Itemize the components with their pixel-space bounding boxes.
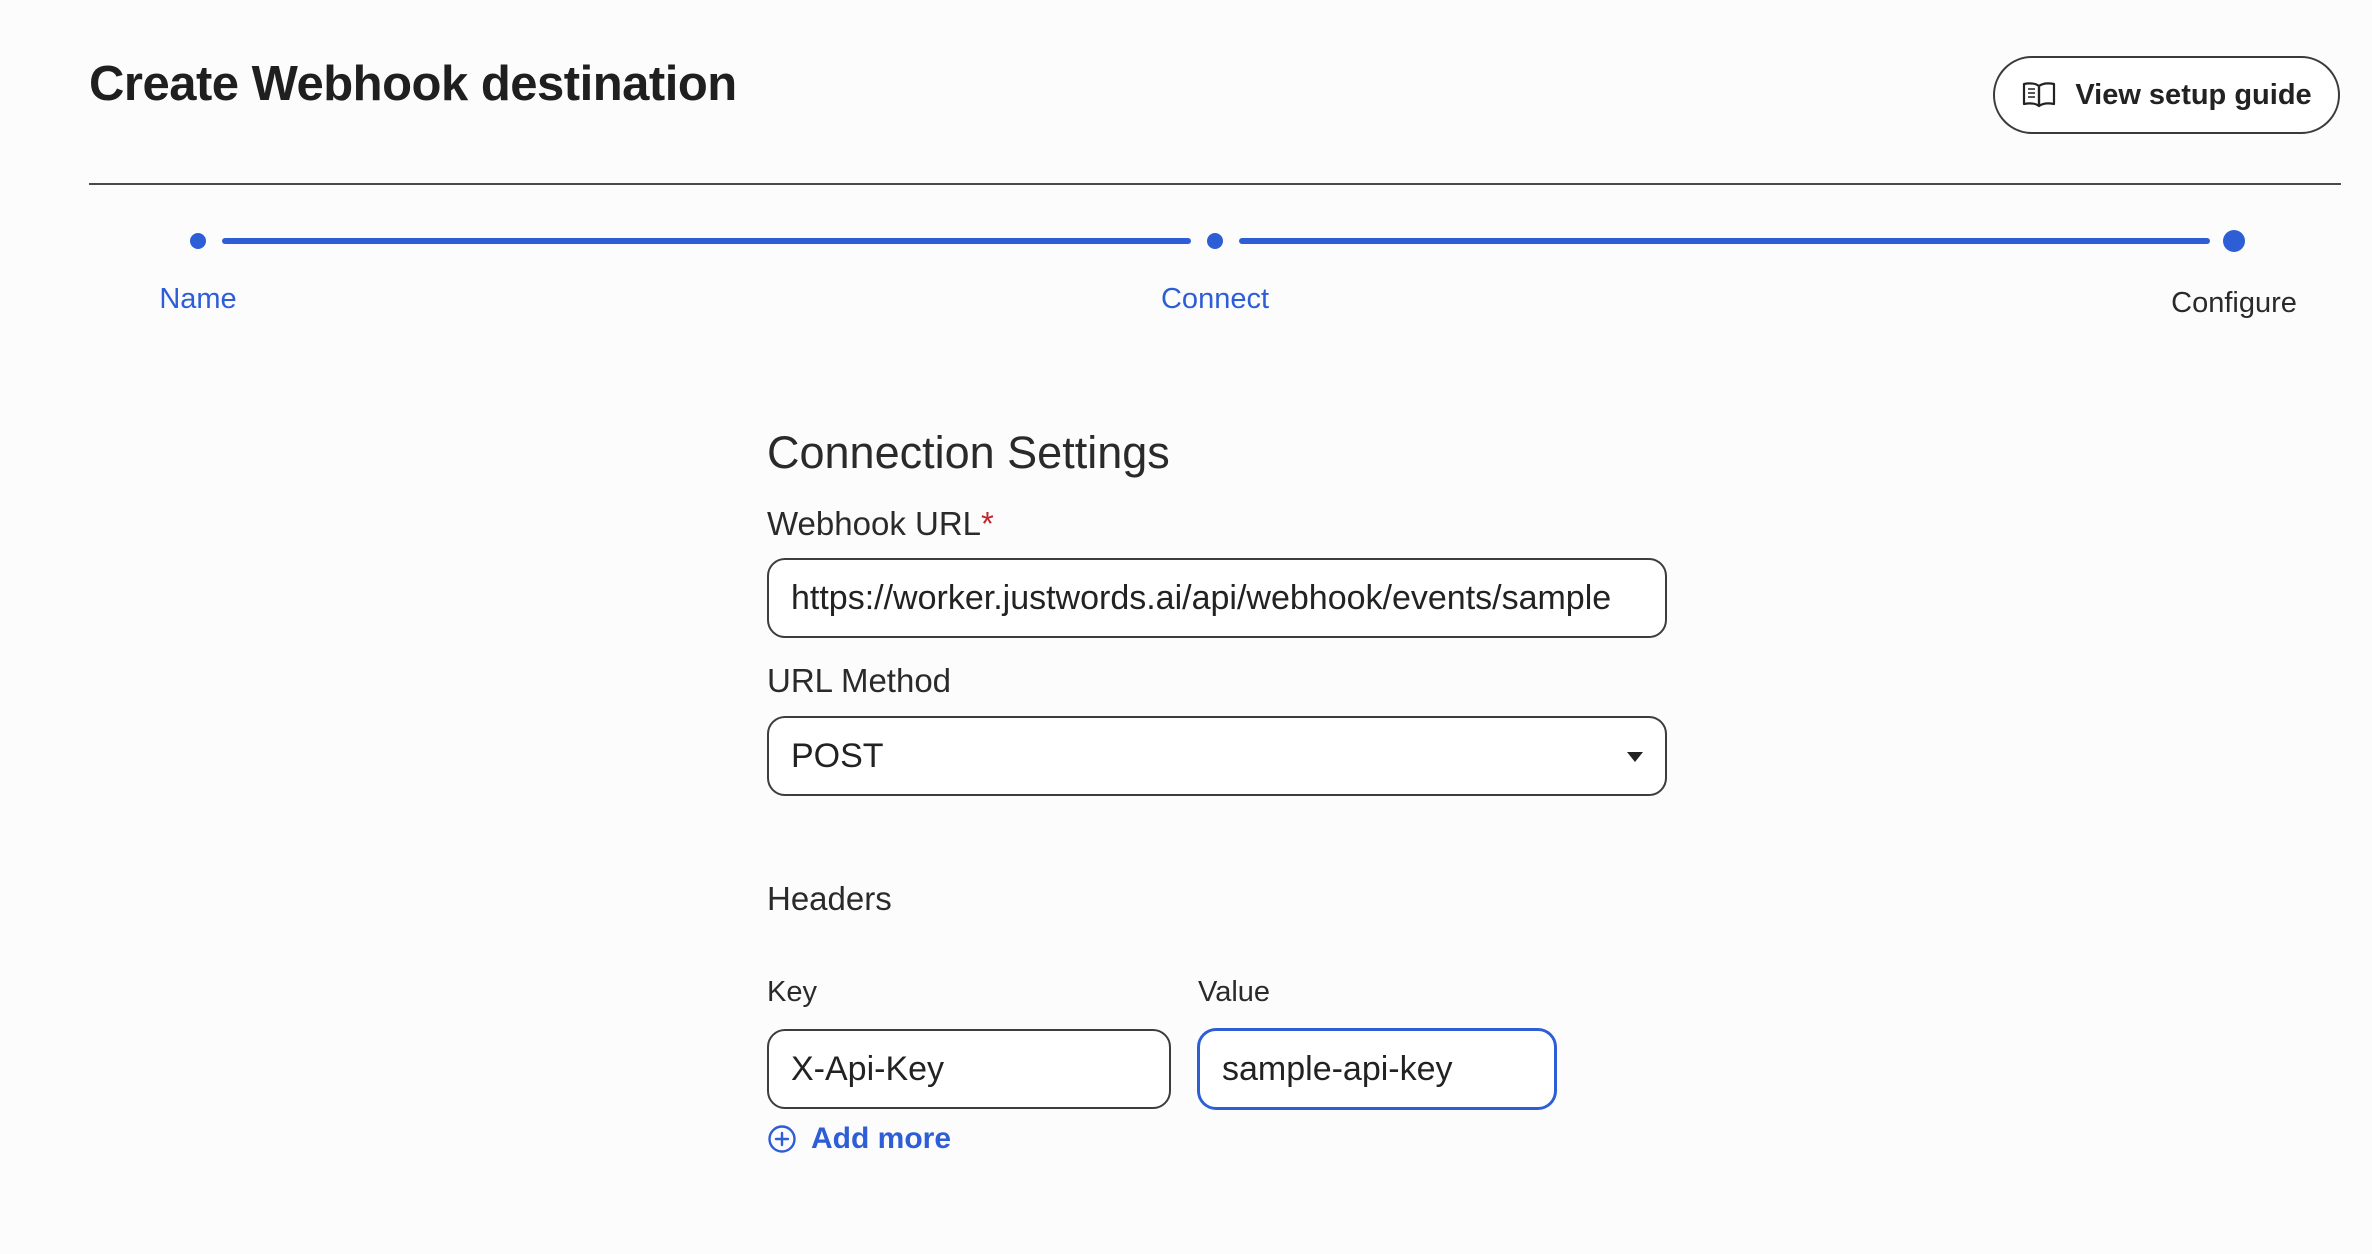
section-title: Connection Settings [767,427,1170,478]
step-label-connect[interactable]: Connect [1161,283,1269,316]
required-marker: * [981,505,994,542]
url-method-label: URL Method [767,662,952,699]
page-title: Create Webhook destination [89,57,737,111]
step-dot-connect [1207,233,1223,249]
webhook-url-input[interactable] [767,558,1667,638]
header-divider [89,183,2341,185]
header-key-label: Key [767,976,817,1008]
step-label-configure: Configure [2171,287,2297,319]
url-method-selected: POST [791,736,884,775]
plus-circle-icon [767,1124,797,1154]
view-setup-guide-button[interactable]: View setup guide [1993,56,2340,134]
webhook-url-label: Webhook URL* [767,505,994,543]
add-more-button[interactable]: Add more [767,1122,951,1156]
add-more-label: Add more [811,1122,952,1155]
header-key-input[interactable] [767,1029,1171,1109]
url-method-select[interactable]: POST [767,716,1667,796]
view-setup-guide-label: View setup guide [2075,78,2312,111]
chevron-down-icon [1627,752,1643,762]
headers-title: Headers [767,880,892,917]
book-open-icon [2021,80,2057,110]
header-value-input[interactable] [1198,1029,1556,1109]
step-connector-2 [1239,238,2210,244]
step-dot-configure [2223,230,2245,252]
webhook-url-label-text: Webhook URL [767,505,982,542]
step-connector-1 [222,238,1191,244]
header-value-label: Value [1198,976,1271,1008]
step-label-name[interactable]: Name [159,283,236,316]
step-dot-name [190,233,206,249]
